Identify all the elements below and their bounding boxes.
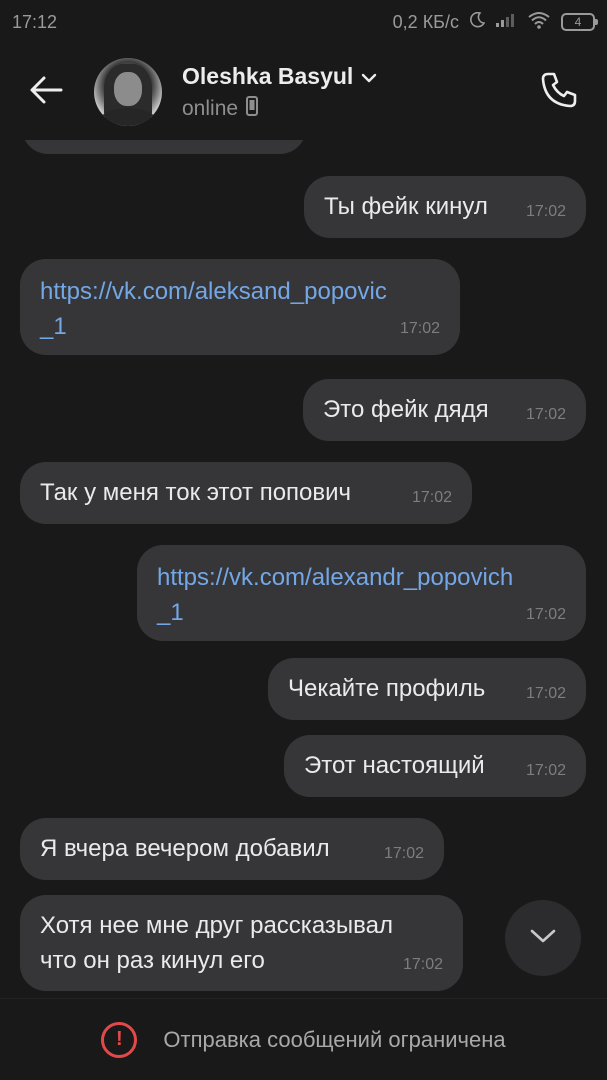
message-link-line-1[interactable]: https://vk.com/aleksand_popovic	[40, 275, 387, 309]
avatar[interactable]	[94, 58, 162, 126]
message-outgoing[interactable]: Это фейк дядя 17:02	[303, 379, 586, 441]
message-outgoing[interactable]: Этот настоящий 17:02	[284, 735, 586, 797]
chevron-down-icon	[361, 63, 377, 90]
banner-text: Отправка сообщений ограничена	[163, 1026, 506, 1052]
message-link-line-1[interactable]: https://vk.com/alexandr_popovich	[157, 561, 513, 595]
message-text-line-1: Хотя нее мне друг рассказывал	[40, 912, 393, 939]
message-time: 17:02	[525, 685, 566, 702]
message-time: 17:02	[411, 489, 452, 506]
exclamation-circle-icon: !	[101, 1021, 138, 1058]
status-time: 17:12	[12, 11, 58, 32]
message-link-line-2[interactable]: _1	[157, 596, 184, 630]
scroll-down-button[interactable]	[505, 900, 581, 976]
contact-info[interactable]: Oleshka Basyul online	[182, 63, 533, 122]
message-incoming[interactable]: Я вчера вечером добавил 17:02	[20, 818, 444, 880]
network-speed: 0,2 КБ/с	[392, 11, 459, 32]
message-time: 17:02	[525, 606, 566, 623]
call-button[interactable]	[533, 66, 585, 118]
message-text: Это фейк дядя	[323, 396, 489, 423]
message-incoming[interactable]: Хотя нее мне друг рассказывал что он раз…	[20, 895, 463, 991]
contact-status-row: online	[182, 95, 533, 122]
message-link-line-2[interactable]: _1	[40, 310, 67, 344]
mobile-device-icon	[246, 95, 259, 122]
status-indicators: 0,2 КБ/с 4	[392, 11, 598, 34]
battery-level: 4	[574, 15, 582, 29]
wifi-icon	[527, 11, 551, 34]
message-text-line-2: что он раз кинул его	[40, 947, 265, 974]
chat-header: Oleshka Basyul online	[0, 44, 607, 140]
message-time: 17:02	[525, 762, 566, 779]
signal-icon	[495, 12, 517, 33]
message-text: Ты фейк кинул	[324, 193, 488, 220]
message-text: Чекайте профиль	[288, 675, 486, 702]
phone-icon	[539, 70, 579, 115]
message-outgoing[interactable]: Чекайте профиль 17:02	[268, 658, 586, 720]
message-time: 17:02	[383, 845, 424, 862]
message-time: 17:02	[525, 203, 566, 220]
message-time: 17:02	[399, 320, 440, 337]
contact-status: online	[182, 96, 239, 120]
message-text: Так у меня ток этот попович	[40, 479, 352, 506]
battery-icon: 4	[561, 13, 598, 31]
message-time: 17:02	[402, 956, 443, 973]
contact-name: Oleshka Basyul	[182, 62, 354, 89]
arrow-left-icon	[29, 75, 63, 110]
message-text: Этот настоящий	[304, 752, 485, 779]
chevron-down-icon	[529, 927, 557, 950]
message-incoming-link[interactable]: https://vk.com/aleksand_popovic _1 17:02	[20, 259, 460, 355]
message-time: 17:02	[525, 406, 566, 423]
chat-screen: 17:01 Ты фейк кинул 17:02 https://vk.com…	[0, 0, 607, 1080]
contact-name-row: Oleshka Basyul	[182, 63, 533, 90]
back-button[interactable]	[22, 68, 70, 116]
message-text: Я вчера вечером добавил	[40, 835, 330, 862]
status-bar: 17:12 0,2 КБ/с 4	[0, 0, 607, 44]
message-list[interactable]: 17:01 Ты фейк кинул 17:02 https://vk.com…	[0, 0, 607, 1000]
messaging-restricted-banner: ! Отправка сообщений ограничена	[0, 998, 607, 1080]
message-outgoing-link[interactable]: https://vk.com/alexandr_popovich _1 17:0…	[137, 545, 586, 641]
message-incoming[interactable]: Так у меня ток этот попович 17:02	[20, 462, 472, 524]
moon-icon	[469, 11, 486, 33]
message-outgoing[interactable]: Ты фейк кинул 17:02	[304, 176, 586, 238]
